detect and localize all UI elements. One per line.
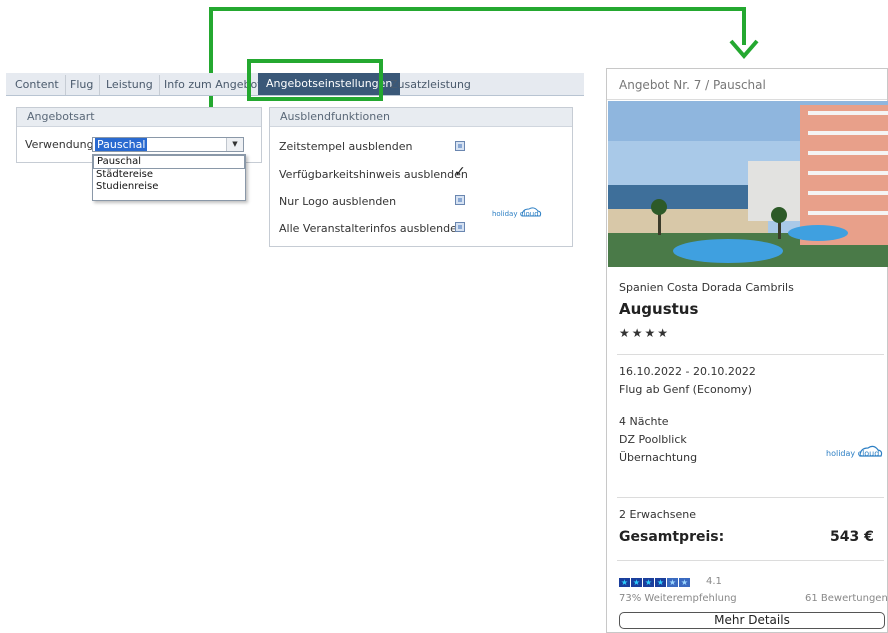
offer-card-title: Angebot Nr. 7 / Pauschal <box>619 78 766 92</box>
offer-location: Spanien Costa Dorada Cambrils <box>619 281 794 294</box>
recommendation-rate: 73% Weiterempfehlung <box>619 593 737 604</box>
chevron-down-icon[interactable]: ▼ <box>226 138 243 151</box>
card-divider-2 <box>617 497 884 498</box>
review-count: 61 Bewertungen <box>805 593 888 604</box>
rating-star-icon: ★ <box>679 578 690 587</box>
room-type: DZ Poolblick <box>619 433 687 446</box>
rating-star-icon: ★ <box>655 578 666 587</box>
hotel-name: Augustus <box>619 300 699 318</box>
card-header-divider <box>607 99 887 100</box>
verwendung-dropdown: Pauschal Städtereise Studienreise <box>92 154 246 201</box>
total-price: 543 € <box>830 529 874 545</box>
dropdown-option-studienreise[interactable]: Studienreise <box>93 181 245 193</box>
rating-star-icon: ★ <box>631 578 642 587</box>
price-label: Gesamtpreis: <box>619 529 725 545</box>
arrow-down-icon <box>729 39 759 60</box>
tab-flug[interactable]: Flug <box>64 75 101 95</box>
ausblendfunktionen-heading: Ausblendfunktionen <box>270 108 572 127</box>
travellers: 2 Erwachsene <box>619 508 696 521</box>
nur-logo-checkbox[interactable] <box>455 195 465 205</box>
veranstalterinfos-label: Alle Veranstalterinfos ausblenden <box>279 222 464 235</box>
verfuegbarkeit-label: Verfügbarkeitshinweis ausblenden <box>279 168 468 181</box>
holiday-cloud-logo-text: holiday cloud <box>492 210 539 218</box>
rating-star-icon: ★ <box>667 578 678 587</box>
more-details-button[interactable]: Mehr Details <box>619 612 885 629</box>
card-holiday-cloud-logo: holiday cloud <box>826 442 884 462</box>
hotel-photo-image <box>608 101 888 267</box>
board-type: Übernachtung <box>619 451 698 464</box>
rating-star-icon: ★ <box>619 578 630 587</box>
rating-star-icon: ★ <box>643 578 654 587</box>
flight-info: Flug ab Genf (Economy) <box>619 383 752 396</box>
travel-dates: 16.10.2022 - 20.10.2022 <box>619 365 756 378</box>
rating-stars: ★ ★ ★ ★ ★ ★ <box>619 575 691 587</box>
zeitstempel-checkbox[interactable] <box>455 141 465 151</box>
card-divider-3 <box>617 560 884 561</box>
dropdown-option-pauschal[interactable]: Pauschal <box>93 155 245 169</box>
verwendung-select[interactable]: Pauschal ▼ <box>92 137 244 152</box>
tab-zusatzleistung[interactable]: Zusatzleistung <box>384 75 477 95</box>
zeitstempel-label: Zeitstempel ausblenden <box>279 140 413 153</box>
tab-content[interactable]: Content <box>9 75 66 95</box>
rating-value: 4.1 <box>706 576 722 587</box>
verwendung-selected-value: Pauschal <box>95 138 148 151</box>
verwendung-label: Verwendung <box>25 138 94 151</box>
hotel-stars: ★★★★ <box>619 326 671 340</box>
tab-leistung[interactable]: Leistung <box>100 75 160 95</box>
hotel-photo <box>608 101 888 267</box>
highlight-connector-horizontal <box>209 7 746 11</box>
angebotsart-heading: Angebotsart <box>17 108 261 127</box>
nights: 4 Nächte <box>619 415 669 428</box>
card-logo-text: holiday cloud <box>826 449 880 458</box>
veranstalterinfos-checkbox[interactable] <box>455 222 465 232</box>
highlight-frame <box>247 59 383 101</box>
nur-logo-label: Nur Logo ausblenden <box>279 195 397 208</box>
holiday-cloud-logo: holiday cloud <box>492 204 542 222</box>
dropdown-option-staedtereise[interactable]: Städtereise <box>93 169 245 181</box>
card-divider-1 <box>617 354 884 355</box>
verfuegbarkeit-checkbox[interactable]: ✓ <box>454 165 466 179</box>
